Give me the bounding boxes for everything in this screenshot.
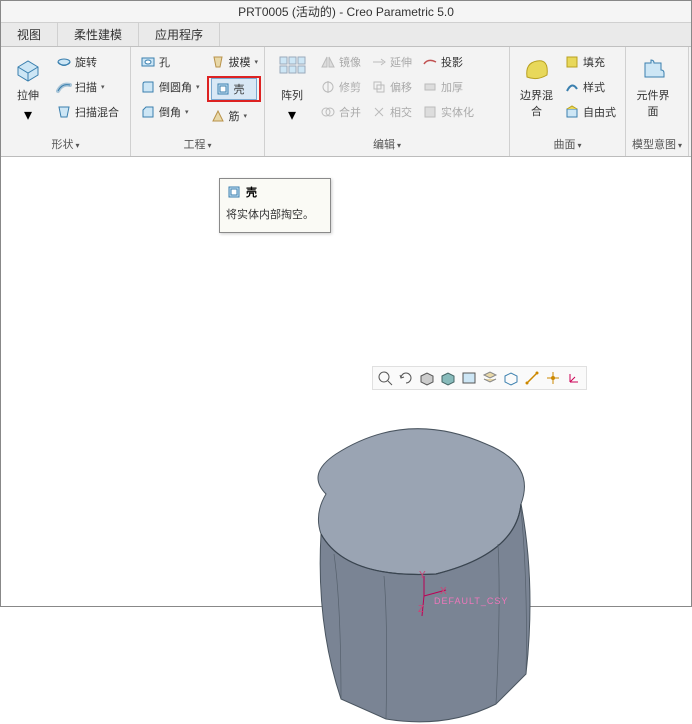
project-button[interactable]: 投影 xyxy=(419,51,477,73)
tab-flex-modeling[interactable]: 柔性建模 xyxy=(58,23,139,46)
group-model-intent-label: 模型意图▾ xyxy=(626,134,688,156)
extrude-icon xyxy=(12,53,44,85)
perspective-icon[interactable] xyxy=(502,369,520,387)
group-edit: 阵列 ▾ 镜像 修剪 合并 延伸 偏移 相交 投影 加厚 实体化 编辑▾ xyxy=(265,47,510,156)
window-title: PRT0005 (活动的) - Creo Parametric 5.0 xyxy=(1,1,691,23)
group-engineering-label: 工程▾ xyxy=(131,134,264,156)
style-button[interactable]: 样式 xyxy=(561,76,619,98)
graphics-area[interactable]: Y X Z DEFAULT_CSY xyxy=(1,159,691,606)
boundary-blend-icon xyxy=(521,53,553,85)
tab-view[interactable]: 视图 xyxy=(1,23,58,46)
freestyle-icon xyxy=(564,104,580,120)
rib-button[interactable]: 筋▾ xyxy=(207,105,262,127)
trim-button[interactable]: 修剪 xyxy=(317,76,364,98)
chevron-down-icon: ▾ xyxy=(24,105,32,125)
sweep-button[interactable]: 扫描▾ xyxy=(53,76,122,98)
intersect-icon xyxy=(371,104,387,120)
style-icon xyxy=(564,79,580,95)
hole-icon xyxy=(140,54,156,70)
shell-icon xyxy=(226,184,242,200)
pattern-button[interactable]: 阵列 ▾ xyxy=(271,51,313,134)
freestyle-button[interactable]: 自由式 xyxy=(561,101,619,123)
group-engineering: 孔 倒圆角▾ 倒角▾ 拔模▾ xyxy=(131,47,265,156)
shell-tooltip: 壳 将实体内部掏空。 xyxy=(219,178,331,233)
shell-button[interactable]: 壳 xyxy=(211,78,258,100)
display-style-icon[interactable] xyxy=(418,369,436,387)
merge-icon xyxy=(320,104,336,120)
round-icon xyxy=(140,79,156,95)
saved-views-icon[interactable] xyxy=(460,369,478,387)
group-edit-label: 编辑▾ xyxy=(265,134,509,156)
draft-button[interactable]: 拔模▾ xyxy=(207,51,262,73)
group-surface-label: 曲面▾ xyxy=(510,134,625,156)
group-surface: 边界混合 填充 样式 自由式 曲面▾ xyxy=(510,47,626,156)
sweep-blend-button[interactable]: 扫描混合 xyxy=(53,101,122,123)
extend-button[interactable]: 延伸 xyxy=(368,51,415,73)
solidify-button[interactable]: 实体化 xyxy=(419,101,477,123)
trim-icon xyxy=(320,79,336,95)
extrude-button[interactable]: 拉伸 ▾ xyxy=(7,51,49,134)
round-button[interactable]: 倒圆角▾ xyxy=(137,76,203,98)
group-shape-label: 形状▾ xyxy=(1,134,130,156)
intersect-button[interactable]: 相交 xyxy=(368,101,415,123)
offset-icon xyxy=(371,79,387,95)
refit-icon[interactable] xyxy=(397,369,415,387)
puzzle-icon xyxy=(637,53,669,85)
merge-button[interactable]: 合并 xyxy=(317,101,364,123)
thicken-button[interactable]: 加厚 xyxy=(419,76,477,98)
tab-applications[interactable]: 应用程序 xyxy=(139,23,220,46)
ribbon: 拉伸 ▾ 旋转 扫描▾ 扫描混合 形状▾ xyxy=(1,47,691,157)
boundary-blend-button[interactable]: 边界混合 xyxy=(516,51,557,134)
layers-icon[interactable] xyxy=(481,369,499,387)
chamfer-button[interactable]: 倒角▾ xyxy=(137,101,203,123)
tooltip-body: 将实体内部掏空。 xyxy=(226,206,324,222)
mirror-button[interactable]: 镜像 xyxy=(317,51,364,73)
fill-button[interactable]: 填充 xyxy=(561,51,619,73)
ribbon-tabs: 视图 柔性建模 应用程序 xyxy=(1,23,691,47)
tooltip-title: 壳 xyxy=(246,184,257,200)
shell-icon xyxy=(215,81,231,97)
rib-icon xyxy=(210,108,226,124)
sweep-blend-icon xyxy=(56,104,72,120)
mirror-icon xyxy=(320,54,336,70)
offset-button[interactable]: 偏移 xyxy=(368,76,415,98)
thicken-icon xyxy=(422,79,438,95)
fill-icon xyxy=(564,54,580,70)
project-icon xyxy=(422,54,438,70)
hole-button[interactable]: 孔 xyxy=(137,51,203,73)
datum-axis-icon[interactable] xyxy=(523,369,541,387)
revolve-button[interactable]: 旋转 xyxy=(53,51,122,73)
shaded-icon[interactable] xyxy=(439,369,457,387)
zoom-fit-icon[interactable] xyxy=(376,369,394,387)
graphics-toolbar xyxy=(372,366,587,390)
group-model-intent: 元件界面 模型意图▾ xyxy=(626,47,689,156)
pattern-icon xyxy=(276,53,308,85)
datum-point-icon[interactable] xyxy=(544,369,562,387)
shell-highlight-box: 壳 xyxy=(207,76,262,102)
group-shape: 拉伸 ▾ 旋转 扫描▾ 扫描混合 形状▾ xyxy=(1,47,131,156)
sweep-icon xyxy=(56,79,72,95)
revolve-icon xyxy=(56,54,72,70)
solidify-icon xyxy=(422,104,438,120)
extend-icon xyxy=(371,54,387,70)
datum-csys-icon[interactable] xyxy=(565,369,583,387)
draft-icon xyxy=(210,54,226,70)
component-interface-button[interactable]: 元件界面 xyxy=(632,51,674,134)
chamfer-icon xyxy=(140,104,156,120)
